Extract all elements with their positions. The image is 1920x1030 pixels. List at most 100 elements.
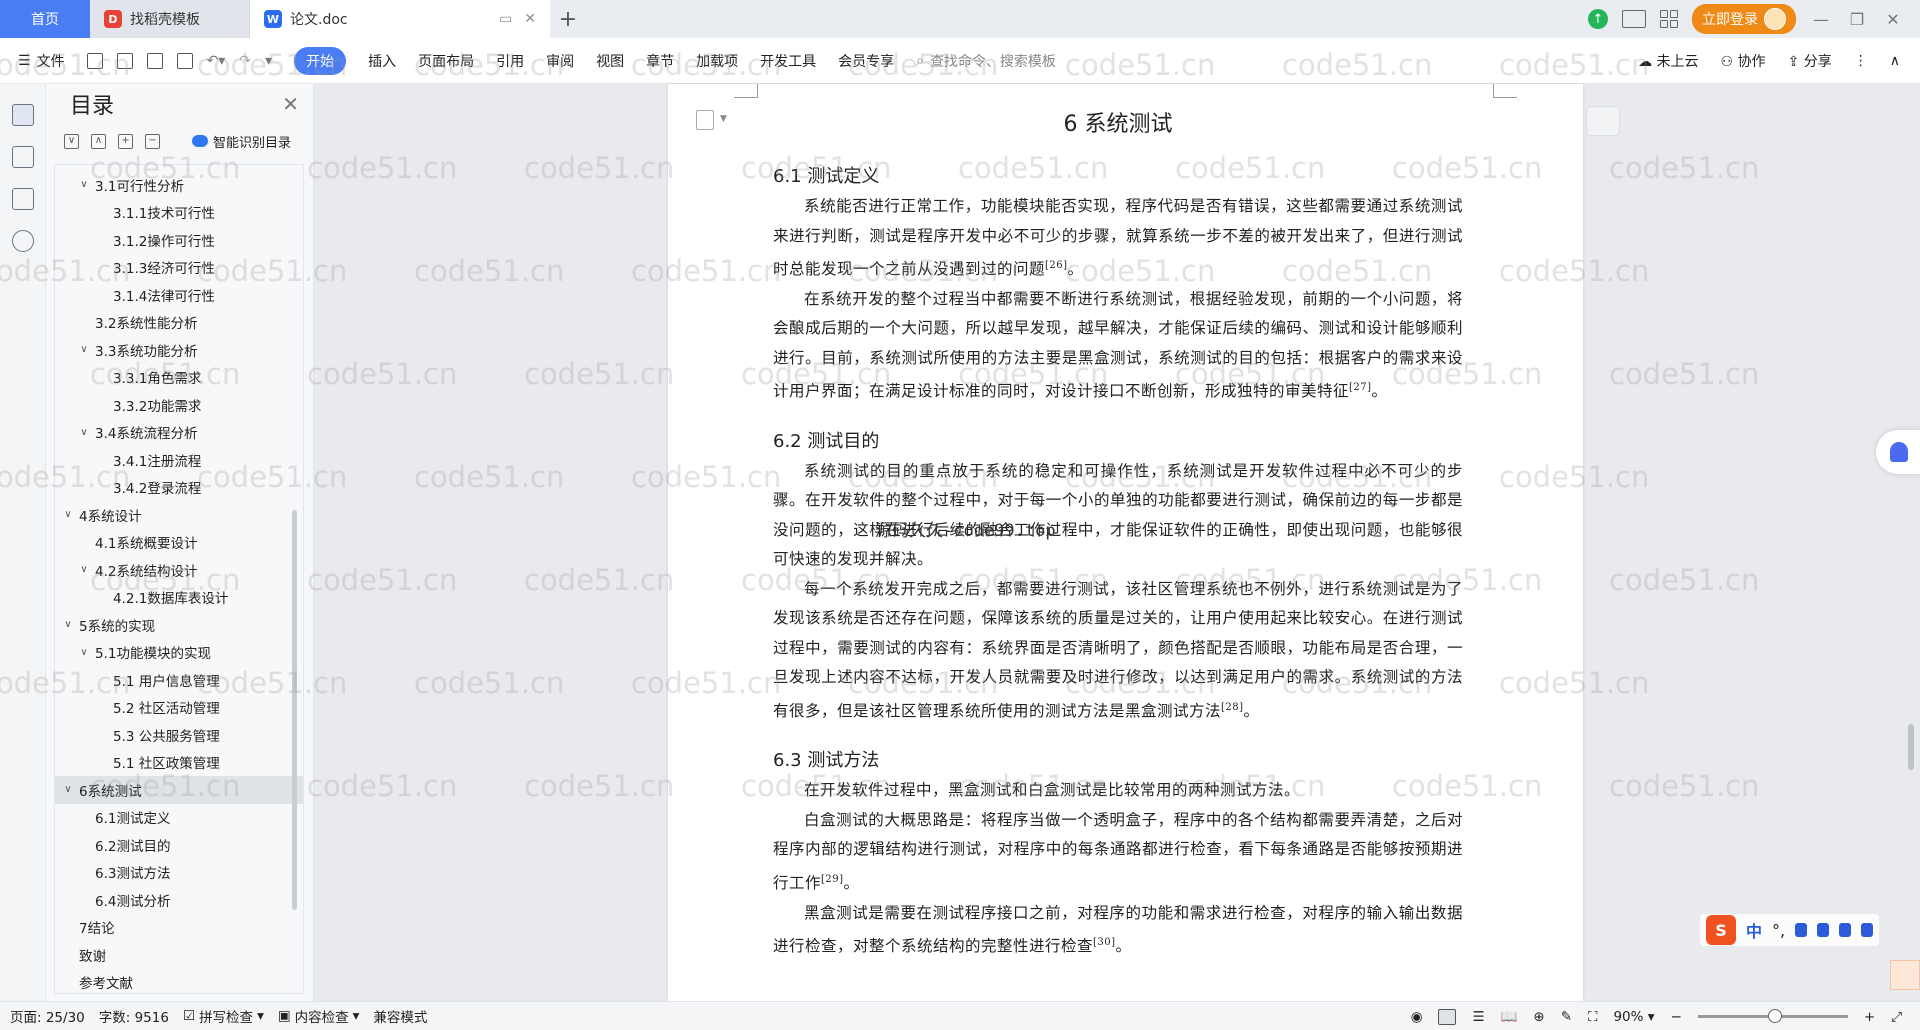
collapse-ribbon-icon[interactable]: ∧ [1890, 53, 1900, 69]
toc-item[interactable]: 7结论 [55, 914, 303, 942]
tab-addins[interactable]: 加载项 [696, 51, 738, 71]
toc-item[interactable]: 3.2系统性能分析 [55, 309, 303, 337]
login-button[interactable]: 立即登录 [1692, 4, 1796, 34]
ime-punct-toggle[interactable]: °, [1772, 921, 1785, 940]
add-heading-icon[interactable]: + [118, 133, 133, 149]
toc-item[interactable]: ∨ 5.1功能模块的实现 [55, 639, 303, 667]
toc-item[interactable]: 3.4.2登录流程 [55, 474, 303, 502]
toc-item[interactable]: ∨ 3.3系统功能分析 [55, 336, 303, 364]
toc-panel-icon[interactable] [11, 104, 34, 126]
toc-item[interactable]: 5.1 用户信息管理 [55, 666, 303, 694]
toc-item[interactable]: 6.3测试方法 [55, 859, 303, 887]
tab-references[interactable]: 引用 [496, 51, 524, 71]
tab-developer[interactable]: 开发工具 [760, 51, 816, 71]
tab-page-layout[interactable]: 页面布局 [418, 51, 474, 71]
read-view-icon[interactable]: 📖 [1501, 1009, 1518, 1025]
spell-check[interactable]: ☑ 拼写检查 ▾ [183, 1006, 264, 1026]
export-icon[interactable] [116, 52, 133, 69]
toc-expand-caret-icon[interactable]: ∨ [61, 509, 75, 520]
tab-insert[interactable]: 插入 [368, 51, 396, 71]
tab-home[interactable]: 首页 [0, 0, 90, 38]
find-icon[interactable] [11, 230, 34, 252]
page-indicator[interactable]: 页面: 25/30 [10, 1006, 85, 1026]
tab-document[interactable]: W 论文.doc ▭ ✕ [250, 0, 550, 38]
navigation-icon[interactable] [11, 146, 34, 168]
tab-template[interactable]: D 找稻壳模板 [90, 0, 250, 38]
toc-item[interactable]: 3.1.4法律可行性 [55, 281, 303, 309]
microphone-icon[interactable] [1795, 923, 1808, 937]
keyboard-icon[interactable] [1817, 923, 1830, 937]
fullscreen-icon[interactable]: ⤢ [1891, 1009, 1902, 1025]
apps-grid-icon[interactable] [1660, 10, 1678, 28]
smart-toc-button[interactable]: 智能识别目录 [192, 132, 291, 151]
new-tab-icon[interactable]: + [550, 0, 586, 38]
toc-item[interactable]: 5.2 社区活动管理 [55, 694, 303, 722]
ai-assistant-button[interactable] [1876, 430, 1920, 474]
toc-item[interactable]: ∨ 3.1可行性分析 [55, 171, 303, 199]
collab-button[interactable]: ⚇ 协作 [1721, 51, 1766, 71]
share-button[interactable]: ⇪ 分享 [1788, 51, 1832, 71]
fit-page-icon[interactable]: ⛶ [1588, 1009, 1597, 1025]
toc-item[interactable]: 致谢 [55, 941, 303, 969]
document-scrollbar[interactable] [1908, 724, 1914, 770]
word-count[interactable]: 字数: 9516 [99, 1006, 169, 1026]
cloud-status[interactable]: ☁ 未上云 [1638, 51, 1698, 71]
zoom-out-icon[interactable]: − [1671, 1009, 1682, 1025]
tab-window-icon[interactable]: ▭ [499, 11, 512, 27]
toc-item[interactable]: ∨ 4系统设计 [55, 501, 303, 529]
zoom-slider[interactable] [1697, 1009, 1848, 1023]
toc-item[interactable]: 3.1.3经济可行性 [55, 254, 303, 282]
page-view-icon[interactable] [1438, 1008, 1457, 1025]
toc-item[interactable]: 6.1测试定义 [55, 804, 303, 832]
toc-item[interactable]: 3.1.2操作可行性 [55, 226, 303, 254]
tab-chapter[interactable]: 章节 [646, 51, 674, 71]
skin-icon[interactable] [1839, 923, 1852, 937]
toc-item[interactable]: ∨ 4.2系统结构设计 [55, 556, 303, 584]
page-menu-caret-icon[interactable]: ▼ [720, 114, 727, 124]
filter-icon[interactable] [1586, 106, 1620, 136]
toc-item[interactable]: 3.1.1技术可行性 [55, 199, 303, 227]
content-check[interactable]: ▣ 内容检查 ▾ [278, 1006, 360, 1026]
toc-expand-caret-icon[interactable]: ∨ [77, 179, 91, 190]
zoom-level[interactable]: 90% ▾ [1613, 1009, 1654, 1025]
toc-item[interactable]: 3.3.1角色需求 [55, 364, 303, 392]
save-icon[interactable] [86, 52, 103, 69]
sogou-logo-icon[interactable]: S [1706, 915, 1736, 945]
toc-item[interactable]: 4.1系统概要设计 [55, 529, 303, 557]
tab-start[interactable]: 开始 [294, 46, 347, 75]
tab-review[interactable]: 审阅 [546, 51, 574, 71]
toc-item[interactable]: 6.4测试分析 [55, 886, 303, 914]
toc-expand-caret-icon[interactable]: ∨ [77, 647, 91, 658]
collapse-all-icon[interactable]: ∧ [91, 133, 106, 149]
ime-tools-icon[interactable] [1861, 923, 1874, 937]
document-page[interactable]: ▼ 6 系统测试 6.1 测试定义 系统能否进行正常工作，功能模块能否实现，程序… [668, 84, 1583, 1001]
upgrade-icon[interactable]: ↑ [1588, 9, 1608, 29]
preview-icon[interactable] [176, 52, 193, 69]
more-icon[interactable]: ⋮ [1854, 53, 1868, 69]
command-search[interactable]: ⌕ 查找命令、搜索模板 [916, 51, 1056, 71]
toc-item[interactable]: 3.4.1注册流程 [55, 446, 303, 474]
tab-member[interactable]: 会员专享 [838, 51, 894, 71]
window-layout-icon[interactable] [1622, 10, 1646, 28]
toc-expand-caret-icon[interactable]: ∨ [77, 427, 91, 438]
bookmark-icon[interactable] [11, 188, 34, 210]
web-view-icon[interactable]: ⊕ [1533, 1009, 1544, 1025]
toc-scrollbar[interactable] [292, 510, 297, 910]
toc-expand-caret-icon[interactable]: ∨ [77, 564, 91, 575]
ime-lang-toggle[interactable]: 中 [1746, 918, 1762, 942]
toc-item[interactable]: ∨ 3.4系统流程分析 [55, 419, 303, 447]
toc-expand-caret-icon[interactable]: ∨ [77, 344, 91, 355]
expand-all-icon[interactable]: ∨ [64, 133, 79, 149]
feedback-icon[interactable] [1890, 960, 1920, 990]
toc-item[interactable]: 参考文献 [55, 969, 303, 994]
close-window-icon[interactable]: ✕ [1882, 10, 1904, 29]
toc-expand-caret-icon[interactable]: ∨ [61, 784, 75, 795]
toc-item[interactable]: 4.2.1数据库表设计 [55, 584, 303, 612]
tab-view[interactable]: 视图 [596, 51, 624, 71]
outline-view-icon[interactable]: ☰ [1472, 1009, 1484, 1025]
toc-item[interactable]: 5.3 公共服务管理 [55, 721, 303, 749]
toc-expand-caret-icon[interactable]: ∨ [61, 619, 75, 630]
zoom-in-icon[interactable]: + [1864, 1009, 1875, 1025]
eye-protect-icon[interactable]: ◉ [1411, 1009, 1423, 1025]
remove-heading-icon[interactable]: − [145, 133, 160, 149]
